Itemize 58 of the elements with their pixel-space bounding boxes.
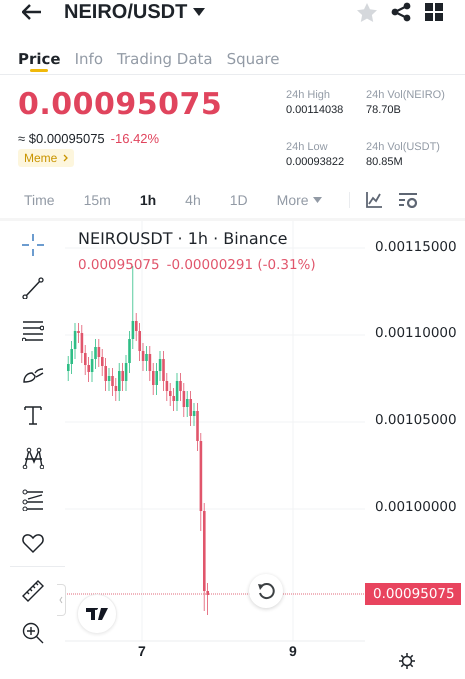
price-change-value: -0.00000291 (-0.31%) [166,257,316,273]
meme-tag[interactable]: Meme [18,149,74,167]
star-icon[interactable] [357,2,377,22]
trend-line-icon[interactable] [22,276,44,298]
share-icon[interactable] [391,2,411,22]
interval-tab[interactable]: 1D [220,192,258,208]
chevron-icon [59,596,63,604]
price-label: 0.00115000 [375,239,457,255]
stat-label: 24h Low [286,141,329,153]
chart-settings-icon[interactable] [398,192,418,208]
price-change: -16.42% [110,131,160,146]
interval-tab[interactable]: 15m [74,192,121,208]
caret-icon [312,196,322,202]
interval-tab[interactable]: 1h [130,192,166,208]
chevron-icon [63,154,68,162]
tab[interactable]: Info [74,40,103,74]
parallel-lines-icon[interactable] [22,319,44,341]
stat-value: 0.00114038 [286,104,344,116]
stat-value: 80.85M [366,156,404,168]
interval-tab[interactable]: Time [14,192,65,208]
last-price: 0.00095075 [18,87,224,122]
price-label: 0.00100000 [375,499,457,515]
price-label: 0.00110000 [375,325,457,341]
interval-tab[interactable]: 4h [175,192,211,208]
stat-label: 24h Vol(USDT) [366,141,441,153]
logo-icon [86,608,108,620]
stat-value: 0.00093822 [286,156,346,168]
zoom-in-icon[interactable] [22,622,44,644]
chart-legend: NEIROUSDT · 1h · Binance [78,229,288,248]
last-price-value: 0.00095075 [78,257,160,273]
reset-button[interactable] [249,574,283,608]
reset-icon [257,582,275,600]
text-tool-icon[interactable] [22,404,44,426]
stat-label: 24h High [286,89,332,101]
tab[interactable]: Price [18,40,61,74]
heart-icon[interactable] [22,532,44,554]
price-label: 0.00105000 [375,412,457,428]
crosshair-icon[interactable] [22,234,44,256]
back-icon[interactable] [22,4,42,20]
stat-value: 78.70B [366,104,402,116]
stat-label: 24h Vol(NEIRO) [366,89,446,101]
tab[interactable]: Square [226,40,280,74]
fiat-price: ≈ $0.00095075 [18,131,105,146]
pair-title[interactable]: NEIRO/USDT [64,0,188,24]
time-label: 7 [138,643,146,659]
settings-icon[interactable] [399,653,415,669]
ruler-icon[interactable] [22,580,44,602]
grid-icon[interactable] [425,3,443,21]
indicator-icon[interactable] [366,192,382,208]
current-price-tag: 0.00095075 [365,583,461,605]
interval-tab[interactable]: More [266,192,332,208]
caret-icon[interactable] [193,8,206,16]
time-label: 9 [289,643,297,659]
collapse-handle[interactable] [57,584,66,616]
dotted-lines-icon[interactable] [22,489,44,511]
pattern-icon[interactable] [22,446,44,468]
tab[interactable]: Trading Data [117,40,213,74]
logo-badge[interactable] [77,594,117,634]
